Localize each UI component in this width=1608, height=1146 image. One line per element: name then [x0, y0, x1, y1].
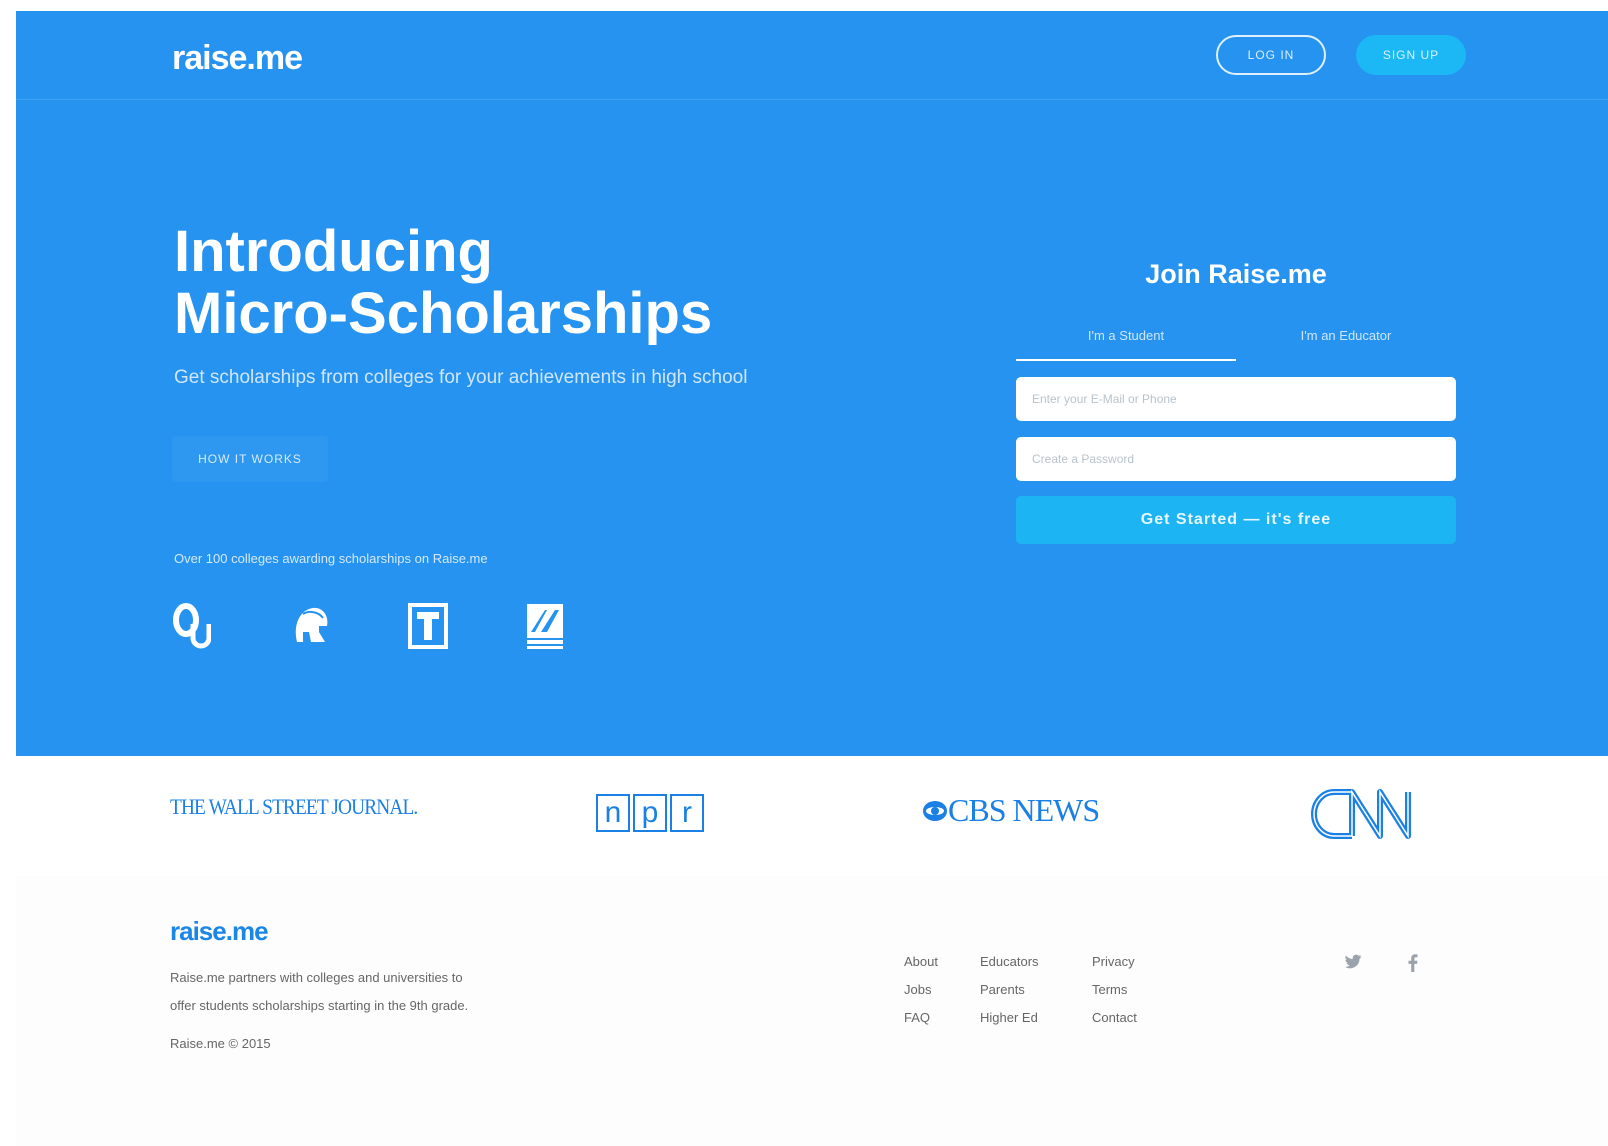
footer-link-about[interactable]: About — [904, 948, 980, 976]
email-field[interactable] — [1016, 377, 1456, 421]
how-it-works-button[interactable]: HOW IT WORKS — [172, 436, 328, 482]
twitter-icon[interactable] — [1344, 954, 1362, 975]
spartan-helmet-icon — [289, 601, 407, 651]
footer-link-educators[interactable]: Educators — [980, 948, 1092, 976]
colleges-caption: Over 100 colleges awarding scholarships … — [174, 551, 488, 566]
hero-section: raise.me LOG IN SIGN UP Introducing Micr… — [16, 11, 1608, 756]
footer-link-jobs[interactable]: Jobs — [904, 976, 980, 1004]
tab-educator[interactable]: I'm an Educator — [1236, 321, 1456, 361]
footer-logo[interactable]: raise.me — [170, 916, 269, 947]
copyright: Raise.me © 2015 — [170, 1036, 271, 1051]
footer-description-line: offer students scholarships starting in … — [170, 998, 469, 1013]
wsj-logo: THE WALL STREET JOURNAL. — [170, 794, 418, 819]
cbs-eye-icon — [923, 801, 947, 821]
headline-line-2: Micro-Scholarships — [174, 281, 713, 346]
npr-letter: p — [633, 794, 667, 832]
footer-links: About Jobs FAQ Educators Parents Higher … — [904, 948, 1182, 1032]
footer-links-column: About Jobs FAQ — [904, 948, 980, 1032]
join-title: Join Raise.me — [1145, 259, 1327, 289]
footer-links-column: Educators Parents Higher Ed — [980, 948, 1092, 1032]
page: raise.me LOG IN SIGN UP Introducing Micr… — [16, 11, 1608, 1146]
footer: raise.me Raise.me partners with colleges… — [16, 876, 1608, 1146]
press-logos: THE WALL STREET JOURNAL. n p r CBS NEWS — [16, 756, 1608, 876]
ou-logo-icon — [171, 601, 289, 651]
headline-line-1: Introducing — [174, 219, 493, 284]
college-logos — [171, 601, 643, 651]
footer-description: Raise.me partners with colleges and univ… — [170, 964, 590, 1020]
hero-subheadline: Get scholarships from colleges for your … — [174, 367, 748, 388]
password-field[interactable] — [1016, 437, 1456, 481]
footer-link-contact[interactable]: Contact — [1092, 1004, 1182, 1032]
site-logo[interactable]: raise.me — [172, 39, 303, 78]
cbs-news-logo: CBS NEWS — [922, 792, 1100, 829]
signup-button[interactable]: SIGN UP — [1356, 35, 1466, 75]
top-navigation: raise.me LOG IN SIGN UP — [16, 11, 1608, 100]
npr-logo: n p r — [596, 794, 704, 832]
hero-headline: Introducing Micro-Scholarships — [174, 221, 712, 345]
tab-student[interactable]: I'm a Student — [1016, 321, 1236, 361]
footer-link-higher-ed[interactable]: Higher Ed — [980, 1004, 1092, 1032]
footer-links-column: Privacy Terms Contact — [1092, 948, 1182, 1032]
footer-description-line: Raise.me partners with colleges and univ… — [170, 970, 463, 985]
cbs-news-text: CBS NEWS — [948, 792, 1100, 828]
footer-link-faq[interactable]: FAQ — [904, 1004, 980, 1032]
facebook-icon[interactable] — [1408, 954, 1418, 977]
footer-link-parents[interactable]: Parents — [980, 976, 1092, 1004]
get-started-button[interactable]: Get Started — it's free — [1016, 496, 1456, 544]
footer-link-terms[interactable]: Terms — [1092, 976, 1182, 1004]
footer-link-privacy[interactable]: Privacy — [1092, 948, 1182, 976]
npr-letter: n — [596, 794, 630, 832]
umass-logo-icon — [525, 601, 643, 651]
npr-letter: r — [670, 794, 704, 832]
login-button[interactable]: LOG IN — [1216, 35, 1326, 75]
temple-t-icon — [407, 601, 525, 651]
cnn-logo — [1308, 782, 1436, 851]
user-type-tabs: I'm a Student I'm an Educator — [1016, 321, 1456, 361]
